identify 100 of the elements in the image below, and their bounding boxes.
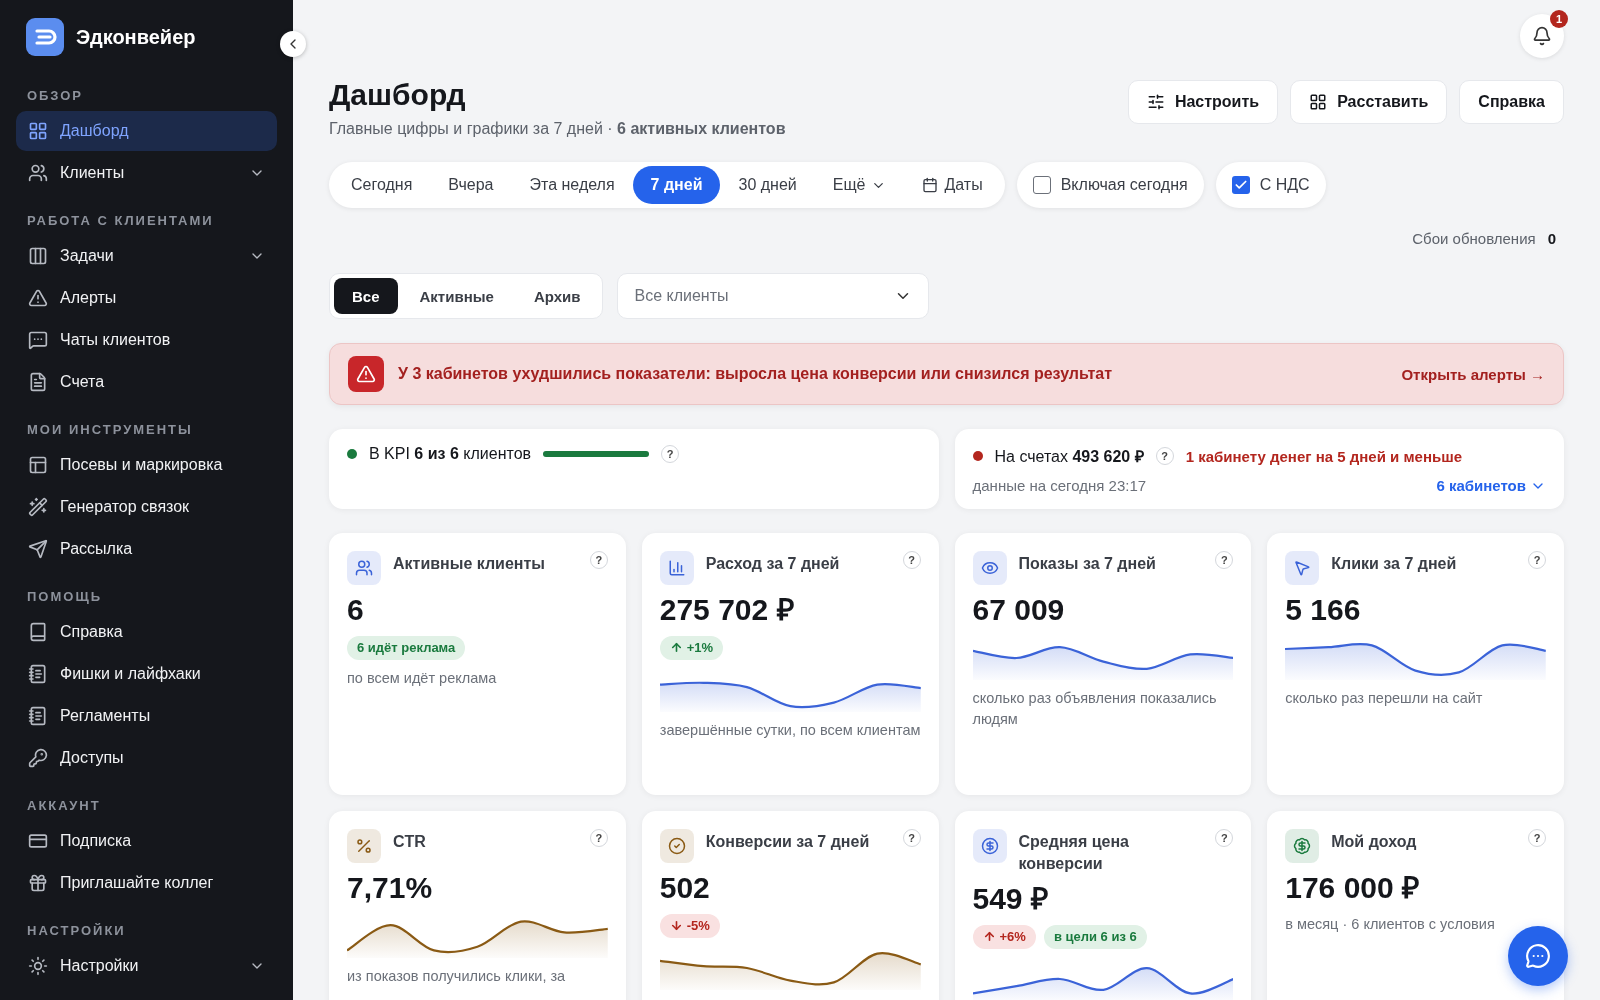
notification-count: 1 [1550, 10, 1568, 28]
period-tab[interactable]: Даты [904, 166, 1001, 204]
sidebar-item[interactable]: Счета [16, 362, 277, 402]
accounts-link[interactable]: 6 кабинетов [1436, 477, 1546, 494]
section-title: АККАУНТ [26, 797, 102, 815]
metric-value: 67 009 [972, 593, 1066, 628]
sidebar-item[interactable]: Рассылка [16, 529, 277, 569]
grid-icon [28, 121, 48, 141]
settings-icon [28, 956, 48, 976]
header-button[interactable]: Настроить [1127, 80, 1279, 124]
trend-badge: -5% [659, 913, 720, 938]
update-failures-label: Сбои обновления [1412, 230, 1536, 247]
metric-value: 275 702 ₽ [659, 593, 795, 628]
metric-title: Показы за 7 дней [1018, 554, 1157, 574]
period-tab[interactable]: Сегодня [333, 166, 431, 204]
period-tab[interactable]: 7 дней [632, 166, 721, 204]
sidebar-item[interactable]: Фишки и лайфхаки [16, 654, 277, 694]
metric-title: Клики за 7 дней [1331, 554, 1458, 574]
open-alerts-link[interactable]: Открыть алерты → [1401, 365, 1545, 383]
checkbox-toggle[interactable]: Включая сегодня [1016, 162, 1204, 208]
sidebar-item[interactable]: Настройки [16, 946, 277, 986]
metric-value: 549 ₽ [972, 882, 1049, 917]
gift-icon [28, 873, 48, 893]
arrow-up-icon [982, 930, 996, 944]
sidebar-item[interactable]: Регламенты [16, 696, 277, 736]
period-tab[interactable]: 30 дней [720, 166, 815, 204]
status-filter-tab[interactable]: Архив [515, 278, 599, 314]
logo-icon [26, 18, 64, 56]
sidebar-item[interactable]: Дашборд [16, 111, 277, 151]
warning-icon [348, 356, 384, 392]
balance-note: данные на сегодня 23:17 [972, 477, 1147, 494]
alert-text: У 3 кабинетов ухудшились показатели: выросла цена конверсии или снизился результат [398, 365, 1113, 383]
kpi-text: В KPI 6 из 6 клиентов [369, 445, 532, 463]
pointer-icon [1293, 559, 1312, 577]
metric-caption: из показов получились клики, за [347, 966, 567, 986]
trend-badge: +1% [659, 635, 724, 660]
sidebar-item[interactable]: Справка [16, 612, 277, 652]
sidebar-item[interactable]: Задачи [16, 236, 277, 276]
bell-icon [1532, 26, 1552, 46]
section-title: РАБОТА С КЛИЕНТАМИ [26, 212, 215, 230]
page-title: Дашборд [329, 78, 467, 112]
users-icon [28, 163, 48, 183]
trend-badge: в цели 6 из 6 [1043, 924, 1147, 949]
balance-warning: 1 кабинету денег на 5 дней и меньше [1185, 447, 1462, 465]
warning-icon [28, 288, 48, 308]
metric-caption: сколько раз объявления показались людям [972, 688, 1218, 730]
metric-caption: завершённые сутки, по всем клиентам [659, 720, 921, 740]
sidebar-item[interactable]: Приглашайте коллег [16, 863, 277, 903]
board-icon [28, 246, 48, 266]
book-icon [28, 622, 48, 642]
users-icon [355, 559, 373, 577]
period-tab[interactable]: Ещё [814, 166, 905, 204]
metric-value: 502 [659, 871, 711, 906]
client-select[interactable]: Все клиенты [617, 273, 930, 319]
status-filter-tab[interactable]: Активные [401, 278, 512, 314]
metric-title: CTR [393, 832, 427, 852]
sidebar-item[interactable]: Посевы и маркировка [16, 445, 277, 485]
check-icon [1233, 178, 1248, 192]
arrow-up-icon [669, 641, 683, 654]
section-title: МОИ ИНСТРУМЕНТЫ [26, 421, 194, 439]
metric-value: 7,71% [347, 871, 434, 906]
metric-value: 5 166 [1285, 593, 1362, 628]
check-circle-icon [667, 837, 686, 855]
sidebar-item[interactable]: Клиенты [16, 153, 277, 193]
metric-title: Мой доход [1331, 832, 1418, 852]
metric-title: Активные клиенты [393, 554, 546, 574]
arrow-down-icon [669, 919, 683, 932]
calendar-icon [922, 177, 939, 193]
section-title: НАСТРОЙКИ [26, 922, 127, 940]
checkbox[interactable] [1032, 176, 1051, 194]
period-tab[interactable]: Вчера [430, 166, 512, 204]
sidebar-item[interactable]: Чаты клиентов [16, 320, 277, 360]
sidebar-item[interactable]: Алерты [16, 278, 277, 318]
grid-icon [1309, 93, 1328, 111]
bar-chart-icon [667, 559, 686, 577]
status-filter-tab[interactable]: Все [334, 278, 398, 314]
sliders-icon [1146, 93, 1165, 111]
metric-caption: по всем идёт реклама [347, 668, 498, 688]
money-icon [1293, 837, 1312, 855]
section-title: ПОМОЩЬ [26, 588, 103, 606]
checkbox[interactable] [1231, 176, 1250, 194]
trend-badge: 6 идёт реклама [347, 635, 466, 660]
sidebar-item[interactable]: Генератор связок [16, 487, 277, 527]
wand-icon [28, 497, 48, 517]
period-tab[interactable]: Эта неделя [511, 166, 633, 204]
key-icon [28, 748, 48, 768]
collapse-button[interactable] [280, 31, 306, 57]
header-button[interactable]: Расставить [1290, 80, 1448, 124]
metric-title: Расход за 7 дней [705, 554, 841, 574]
percent-icon [355, 837, 373, 855]
metric-caption: в месяц · 6 клиентов с условия [1285, 914, 1496, 934]
sidebar-item[interactable]: Подписка [16, 821, 277, 861]
metric-caption: сколько раз перешли на сайт [1285, 688, 1484, 708]
sidebar-item[interactable]: Доступы [16, 738, 277, 778]
metric-value: 176 000 ₽ [1285, 871, 1421, 906]
checkbox-toggle[interactable]: С НДС [1215, 162, 1326, 208]
trend-badge: +6% [972, 924, 1036, 949]
notebook-icon [28, 706, 48, 726]
header-button[interactable]: Справка [1459, 80, 1564, 124]
card-icon [28, 831, 48, 851]
